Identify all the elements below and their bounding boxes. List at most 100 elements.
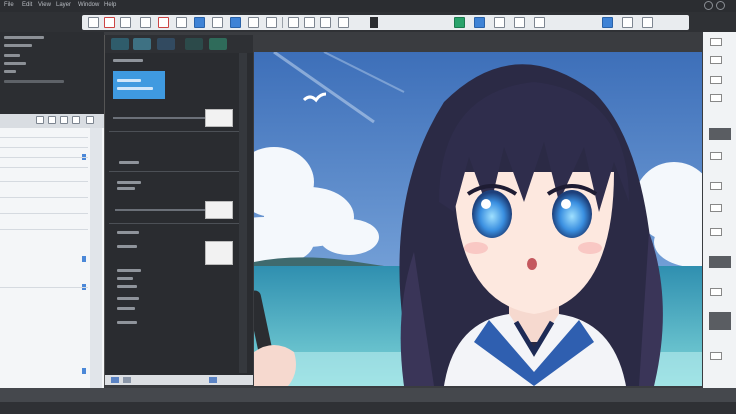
text-icon[interactable] bbox=[494, 17, 505, 28]
list-marker bbox=[82, 256, 86, 262]
tab-icon[interactable] bbox=[72, 116, 80, 124]
tool-icon[interactable] bbox=[710, 76, 722, 84]
menu-layer[interactable]: Layer bbox=[56, 2, 71, 8]
fill-icon[interactable] bbox=[212, 17, 223, 28]
tool-icon[interactable] bbox=[710, 204, 722, 212]
tool-icon[interactable] bbox=[710, 352, 722, 360]
redo-icon[interactable] bbox=[158, 17, 169, 28]
move-icon[interactable] bbox=[248, 17, 259, 28]
artwork-illustration bbox=[254, 52, 702, 386]
add-icon[interactable] bbox=[111, 377, 119, 383]
opacity-slider[interactable] bbox=[115, 209, 205, 211]
rotate-icon[interactable] bbox=[304, 17, 315, 28]
list-item[interactable] bbox=[0, 128, 88, 138]
layer-icon[interactable] bbox=[474, 17, 485, 28]
panel-row bbox=[4, 70, 16, 73]
list-item[interactable] bbox=[0, 138, 88, 148]
list-marker bbox=[82, 368, 86, 374]
new-icon[interactable] bbox=[88, 17, 99, 28]
ruler-icon[interactable] bbox=[534, 17, 545, 28]
panel-row bbox=[4, 44, 32, 47]
tool-icon[interactable] bbox=[710, 228, 722, 236]
toolbar-divider bbox=[370, 17, 378, 28]
panel-label bbox=[117, 297, 139, 300]
panel-label bbox=[117, 269, 141, 272]
size-slider[interactable] bbox=[113, 117, 209, 119]
minimize-icon[interactable] bbox=[704, 1, 713, 10]
preview-text bbox=[117, 87, 153, 90]
preview-thumb bbox=[709, 128, 731, 140]
scrollbar[interactable] bbox=[239, 53, 247, 373]
settings-icon[interactable] bbox=[622, 17, 633, 28]
tab-icon[interactable] bbox=[48, 116, 56, 124]
panel-tabs bbox=[105, 35, 253, 53]
help-icon[interactable] bbox=[642, 17, 653, 28]
save-icon[interactable] bbox=[120, 17, 131, 28]
eraser-icon[interactable] bbox=[194, 17, 205, 28]
open-icon[interactable] bbox=[104, 17, 115, 28]
tab-icon[interactable] bbox=[60, 116, 68, 124]
list-item[interactable] bbox=[0, 278, 88, 288]
divider bbox=[109, 171, 239, 172]
tab-icon[interactable] bbox=[36, 116, 44, 124]
list-item[interactable] bbox=[0, 188, 88, 198]
panel-label bbox=[119, 161, 139, 164]
color-icon[interactable] bbox=[454, 17, 465, 28]
panel-footer bbox=[105, 375, 253, 385]
list-item[interactable] bbox=[0, 148, 88, 158]
tool-icon[interactable] bbox=[710, 152, 722, 160]
layer-list bbox=[0, 128, 104, 388]
brush-preview bbox=[113, 71, 165, 99]
toolbar bbox=[0, 12, 736, 32]
color-swatch[interactable] bbox=[205, 201, 233, 219]
status-strip bbox=[0, 402, 736, 414]
undo-icon[interactable] bbox=[140, 17, 151, 28]
tab-layer[interactable] bbox=[157, 38, 175, 50]
menu-help[interactable]: Help bbox=[104, 2, 116, 8]
list-item[interactable] bbox=[0, 204, 88, 214]
tab-nav[interactable] bbox=[209, 38, 227, 50]
delete-icon[interactable] bbox=[123, 377, 131, 383]
status-bar bbox=[0, 388, 736, 414]
scrollbar[interactable] bbox=[90, 128, 102, 388]
panel-label bbox=[117, 187, 135, 190]
tab-icon[interactable] bbox=[86, 116, 94, 124]
select-icon[interactable] bbox=[230, 17, 241, 28]
toolbar-divider bbox=[282, 17, 283, 28]
view-icon[interactable] bbox=[602, 17, 613, 28]
close-icon[interactable] bbox=[716, 1, 725, 10]
menu-window[interactable]: Window bbox=[78, 2, 99, 8]
grid-icon[interactable] bbox=[338, 17, 349, 28]
tool-icon[interactable] bbox=[710, 182, 722, 190]
tool-icon[interactable] bbox=[710, 38, 722, 46]
menu-file[interactable]: File bbox=[4, 2, 14, 8]
panel-label bbox=[117, 277, 133, 280]
panel-row bbox=[4, 80, 64, 83]
color-swatch[interactable] bbox=[205, 109, 233, 127]
panel-label bbox=[117, 181, 141, 184]
tool-icon[interactable] bbox=[710, 288, 722, 296]
flip-icon[interactable] bbox=[320, 17, 331, 28]
menu-edit[interactable]: Edit bbox=[22, 2, 32, 8]
panel-row bbox=[4, 62, 26, 65]
tab-color[interactable] bbox=[133, 38, 151, 50]
panel-row bbox=[4, 54, 20, 57]
tool-icon[interactable] bbox=[710, 56, 722, 64]
panel-label bbox=[117, 285, 137, 288]
list-item[interactable] bbox=[0, 220, 88, 230]
settings-icon[interactable] bbox=[209, 377, 217, 383]
artwork-canvas[interactable] bbox=[254, 52, 702, 386]
panel-label bbox=[113, 59, 143, 62]
tab-tool[interactable] bbox=[185, 38, 203, 50]
color-swatch[interactable] bbox=[205, 241, 233, 265]
list-item[interactable] bbox=[0, 172, 88, 182]
brush-icon[interactable] bbox=[176, 17, 187, 28]
list-item[interactable] bbox=[0, 158, 88, 168]
hand-icon[interactable] bbox=[288, 17, 299, 28]
left-tabs bbox=[0, 114, 104, 128]
tab-brush[interactable] bbox=[111, 38, 129, 50]
tool-icon[interactable] bbox=[710, 94, 722, 102]
zoom-icon[interactable] bbox=[266, 17, 277, 28]
menu-view[interactable]: View bbox=[38, 2, 51, 8]
shape-icon[interactable] bbox=[514, 17, 525, 28]
